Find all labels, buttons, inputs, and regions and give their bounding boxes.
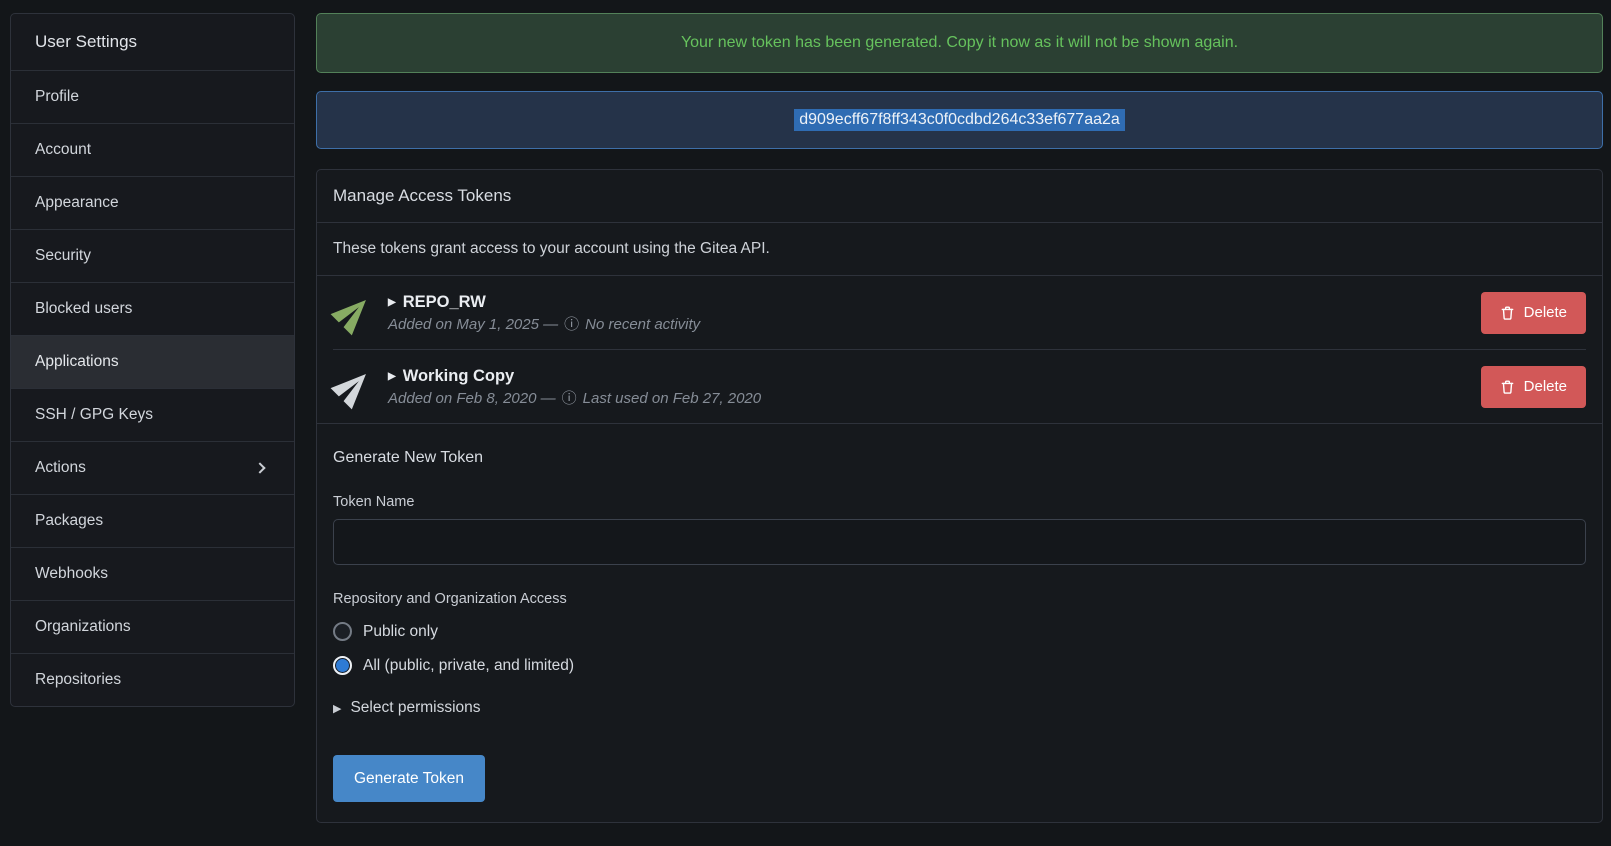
paper-plane-icon — [325, 358, 382, 415]
sidebar-item-organizations[interactable]: Organizations — [11, 600, 294, 653]
chevron-right-icon — [254, 462, 265, 473]
sidebar-item-actions[interactable]: Actions — [11, 441, 294, 494]
paper-plane-icon — [325, 284, 382, 341]
panel-description: These tokens grant access to your accoun… — [317, 223, 1602, 276]
main-content: Your new token has been generated. Copy … — [316, 13, 1603, 823]
trash-icon — [1500, 305, 1515, 321]
form-title: Generate New Token — [333, 449, 1586, 467]
delete-token-button[interactable]: Delete — [1481, 292, 1586, 334]
token-name-label: Token Name — [333, 494, 1586, 510]
generate-token-section: Generate New Token Token Name Repository… — [317, 423, 1602, 822]
radio-unchecked-icon[interactable] — [333, 622, 352, 641]
sidebar-item-webhooks[interactable]: Webhooks — [11, 547, 294, 600]
token-name-toggle[interactable]: ▶ Working Copy — [388, 367, 1466, 386]
select-permissions-toggle[interactable]: ▶ Select permissions — [333, 699, 1586, 717]
radio-public-only[interactable]: Public only — [333, 622, 1586, 641]
sidebar-item-appearance[interactable]: Appearance — [11, 176, 294, 229]
generate-token-button[interactable]: Generate Token — [333, 755, 485, 802]
sidebar-item-profile[interactable]: Profile — [11, 70, 294, 123]
success-message-text: Your new token has been generated. Copy … — [681, 34, 1238, 52]
sidebar-item-account[interactable]: Account — [11, 123, 294, 176]
new-token-box[interactable]: d909ecff67f8ff343c0f0cdbd264c33ef677aa2a — [316, 91, 1603, 149]
radio-all-access[interactable]: All (public, private, and limited) — [333, 656, 1586, 675]
token-meta: Added on Feb 8, 2020 — ⓘ Last used on Fe… — [388, 390, 1466, 407]
info-icon: ⓘ — [564, 317, 579, 332]
collapsed-arrow-icon: ▶ — [333, 702, 341, 715]
sidebar-item-applications[interactable]: Applications — [11, 335, 294, 388]
settings-sidebar: User Settings Profile Account Appearance… — [10, 13, 295, 823]
panel-title: Manage Access Tokens — [317, 170, 1602, 223]
new-token-value[interactable]: d909ecff67f8ff343c0f0cdbd264c33ef677aa2a — [794, 109, 1125, 131]
token-name: Working Copy — [403, 367, 515, 386]
trash-icon — [1500, 379, 1515, 395]
sidebar-item-repositories[interactable]: Repositories — [11, 653, 294, 706]
token-meta: Added on May 1, 2025 — ⓘ No recent activ… — [388, 316, 1466, 333]
info-icon: ⓘ — [562, 391, 577, 406]
collapsed-arrow-icon: ▶ — [388, 371, 396, 382]
page: User Settings Profile Account Appearance… — [0, 0, 1611, 823]
token-row: ▶ REPO_RW Added on May 1, 2025 — ⓘ No re… — [317, 276, 1602, 349]
token-row: ▶ Working Copy Added on Feb 8, 2020 — ⓘ … — [317, 350, 1602, 423]
settings-menu: User Settings Profile Account Appearance… — [10, 13, 295, 707]
sidebar-title: User Settings — [11, 14, 294, 70]
token-name-input[interactable] — [333, 519, 1586, 565]
token-name: REPO_RW — [403, 293, 486, 312]
radio-checked-icon[interactable] — [333, 656, 352, 675]
sidebar-item-ssh-gpg-keys[interactable]: SSH / GPG Keys — [11, 388, 294, 441]
token-name-toggle[interactable]: ▶ REPO_RW — [388, 293, 1466, 312]
access-scope-label: Repository and Organization Access — [333, 591, 1586, 607]
sidebar-item-packages[interactable]: Packages — [11, 494, 294, 547]
sidebar-item-security[interactable]: Security — [11, 229, 294, 282]
delete-token-button[interactable]: Delete — [1481, 366, 1586, 408]
collapsed-arrow-icon: ▶ — [388, 297, 396, 308]
sidebar-item-blocked-users[interactable]: Blocked users — [11, 282, 294, 335]
access-tokens-panel: Manage Access Tokens These tokens grant … — [316, 169, 1603, 823]
success-message: Your new token has been generated. Copy … — [316, 13, 1603, 73]
